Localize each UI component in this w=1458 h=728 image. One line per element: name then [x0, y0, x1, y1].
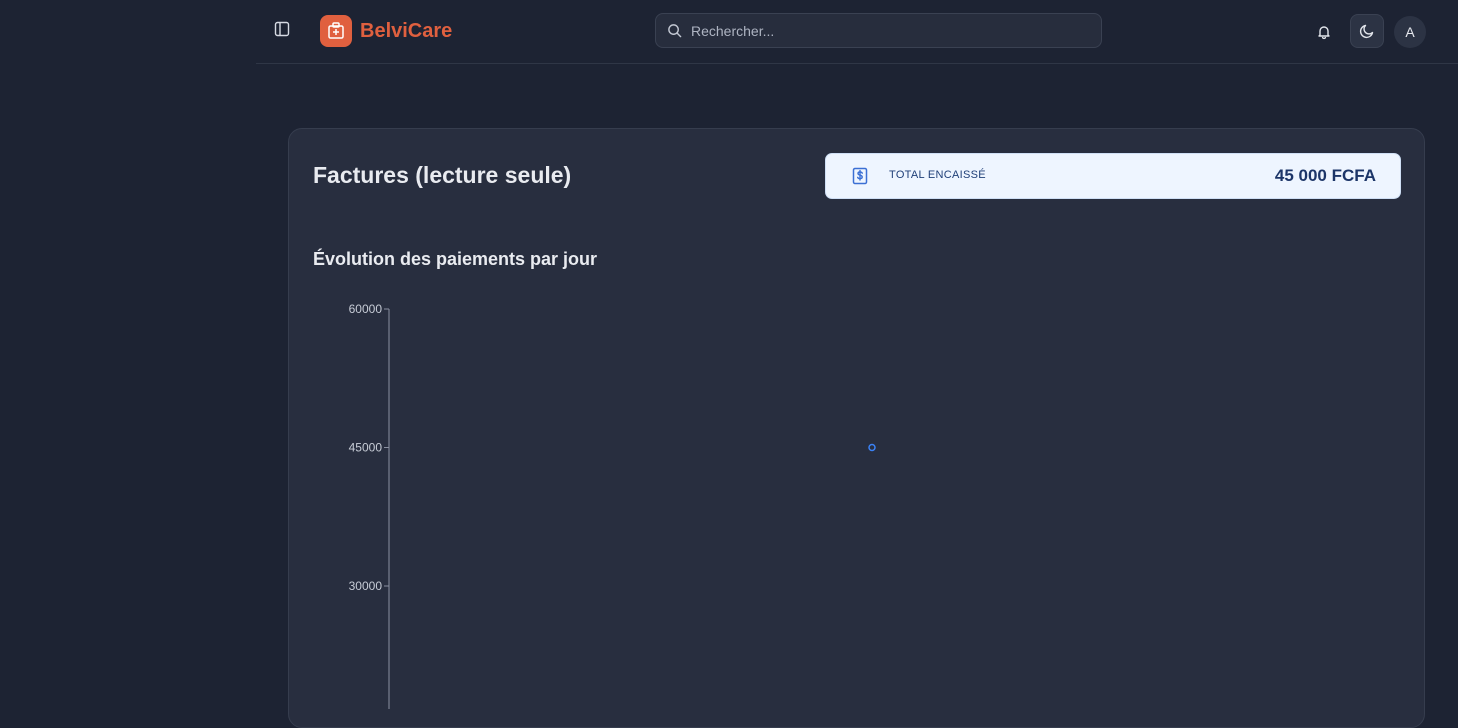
y-tick-label: 60000 [349, 302, 383, 316]
data-point[interactable] [868, 443, 876, 452]
notifications-button[interactable] [1314, 22, 1334, 42]
y-tick-label: 30000 [349, 579, 383, 593]
theme-toggle-button[interactable] [1350, 14, 1384, 48]
bell-icon [1318, 26, 1330, 40]
invoices-card: Factures (lecture seule) TOTAL ENCAISSÉ … [288, 128, 1425, 728]
search-box[interactable] [655, 13, 1102, 48]
sidebar [0, 0, 256, 700]
payments-chart: 60000 45000 30000 [349, 302, 876, 709]
sidebar-toggle-icon [274, 21, 290, 37]
y-tick-label: 45000 [349, 441, 383, 455]
top-bar: BelviCare A [256, 0, 1458, 64]
search-input[interactable] [689, 21, 1093, 40]
brand-name[interactable]: BelviCare [360, 19, 452, 43]
search-icon [666, 23, 682, 39]
brand-logo[interactable] [320, 15, 352, 47]
sidebar-toggle-button[interactable] [272, 19, 292, 39]
user-avatar[interactable]: A [1394, 16, 1426, 48]
hospital-icon [328, 22, 344, 39]
moon-icon [1359, 24, 1374, 39]
